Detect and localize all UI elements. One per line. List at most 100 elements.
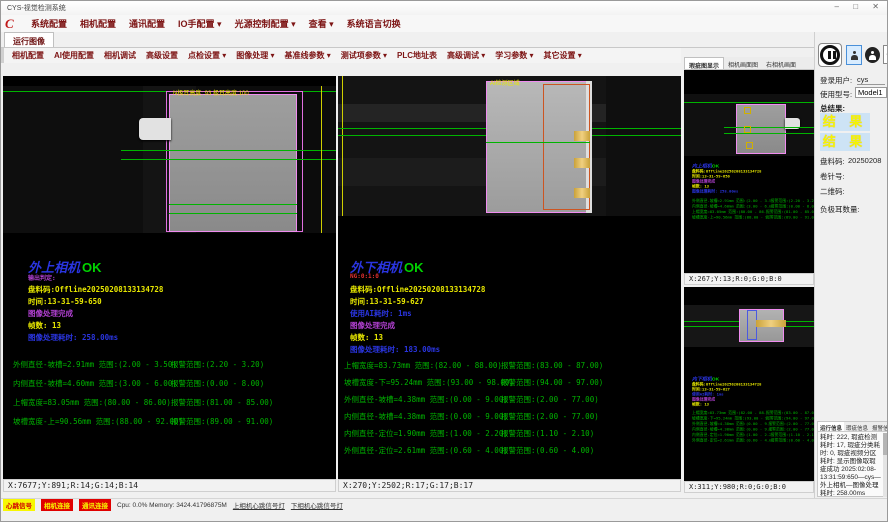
tool-advanced-settings[interactable]: 高级设置 <box>146 50 178 61</box>
tool-camera-debug[interactable]: 相机调试 <box>104 50 136 61</box>
tool-advanced-debug[interactable]: 高级调试 ▾ <box>447 50 485 61</box>
measure-line-overlay <box>121 159 336 160</box>
ng-count-label: NG:0:1:0 <box>350 273 379 280</box>
toolbar: 相机配置 AI使用配置 相机调试 高级设置 点检设置 ▾ 图像处理 ▾ 基准线参… <box>1 48 681 63</box>
tab-strip: 运行图像 <box>1 32 888 48</box>
heartbeat-badge: 心跳信号 <box>3 499 35 511</box>
tool-test-params[interactable]: 测试项参数 ▾ <box>341 50 387 61</box>
measurement-alarm: 报警范围:(0.00 - 8.00) <box>171 378 264 389</box>
menu-bar: C 系统配置 相机配置 通讯配置 IO手配置 ▾ 光源控制配置 ▾ 查看 ▾ 系… <box>1 15 888 32</box>
measurement-alarm: 报警范围:(2.20 - 3.20) <box>171 359 264 370</box>
measure-line-overlay <box>169 204 297 205</box>
time-line: 时间:13-31-59-627 <box>350 296 424 307</box>
camera-name: 内下相机 <box>692 376 712 382</box>
ai-time-line: 使用AI耗时: 1ms <box>350 308 412 319</box>
measurement-alarm: 报警范围:(81.00 - 85.00) <box>171 397 273 408</box>
menu-light-config[interactable]: 光源控制配置 ▾ <box>235 17 296 30</box>
frames-line: 帧数: 13 <box>350 332 383 343</box>
log-tabs: 运行信息 瑕疵信息 报警信息 <box>818 422 887 432</box>
pixel-readout-left: X:7677;Y:891;R:14;G:14;B:14 <box>3 479 336 492</box>
tool-ai-usage-config[interactable]: AI使用配置 <box>54 50 94 61</box>
elapsed-line: 图像处理耗时: 183.00ms <box>350 344 440 355</box>
menu-language-switch[interactable]: 系统语言切换 <box>347 17 401 30</box>
lower-camera-heartbeat-link[interactable]: 下相机心跳信号灯 <box>291 500 343 510</box>
log-tab-alarm-info[interactable]: 报警信息 <box>870 422 888 431</box>
tab-run-image[interactable]: 运行图像 <box>4 32 54 47</box>
upper-camera-heartbeat-link[interactable]: 上相机心跳信号灯 <box>233 500 285 510</box>
result-ok-label: OK <box>712 376 719 382</box>
ai-region-label: AI检测区域 <box>490 78 520 87</box>
tool-camera-config[interactable]: 相机配置 <box>12 50 44 61</box>
log-text: 耗时: 222, 瑕疵检测耗时: 17, 瑕疵分类耗时: 0, 瑕疵视频分区耗时… <box>818 432 887 500</box>
measurement-row: 坡槽宽度-上=90.56mm 范围:(88.00 - 92.00)报警范围:(8… <box>692 215 814 221</box>
mini-viewport-top[interactable]: 内上相机OK 盘料码:Offline20250208133134728 时间:1… <box>684 70 814 273</box>
measurement-row: 坡槽宽度-上=90.56mm 范围:(88.00 - 92.00) 报警范围:(… <box>3 416 336 426</box>
barcode-line: 盘料码:Offline20250208133134728 <box>350 284 485 295</box>
tab-right-camera-frame[interactable]: 右相机画面 <box>762 57 800 69</box>
camera-viewport-left[interactable]: N极耳高度: 93 极耳高度:100 外上相机OK 输出判定: 盘料码:Offl… <box>3 76 336 479</box>
tool-learning-params[interactable]: 学习参数 ▾ <box>495 50 533 61</box>
menu-camera-config[interactable]: 相机配置 <box>80 17 116 30</box>
tool-baseline-params[interactable]: 基准线参数 ▾ <box>285 50 331 61</box>
pause-button[interactable] <box>818 43 842 67</box>
ai-box-overlay <box>746 142 753 149</box>
minimize-icon[interactable]: – <box>835 2 845 11</box>
measurement-value: 内侧直径-坡槽=4.60mm 范围:(3.00 - 6.00) <box>13 378 177 389</box>
app-logo-icon: C <box>5 17 18 30</box>
menu-system-config[interactable]: 系统配置 <box>31 17 67 30</box>
tab-camera-frame[interactable]: 相机画面图 <box>724 57 762 69</box>
tool-other-settings[interactable]: 其它设置 ▾ <box>544 50 582 61</box>
tray-code-label: 盘料码: <box>820 156 845 167</box>
result-ok-label: OK <box>712 163 719 169</box>
tool-spot-check[interactable]: 点检设置 ▾ <box>188 50 226 61</box>
measurement-row: 外侧直径-定位=2.61mm 范围:(0.60 - 4.00)报警范围:(0.6… <box>692 438 814 444</box>
camera-image-middle: AI检测区域 <box>338 76 681 216</box>
measure-line-overlay <box>724 127 814 128</box>
image-band <box>606 76 681 216</box>
pixel-readout-mini-bottom: X:311;Y:980;R:0;G:0;B:0 <box>684 481 814 493</box>
tab-defect-display[interactable]: 瑕疵图显示 <box>684 57 724 69</box>
exit-button[interactable]: ⇥ <box>883 45 888 64</box>
login-user-button[interactable] <box>846 45 862 65</box>
measurement-value: 内侧直径-坡槽=4.38mm 范围:(0.00 - 9.00) <box>344 411 508 422</box>
app-window: CYS-视觉检测系统 – □ ✕ C 系统配置 相机配置 通讯配置 IO手配置 … <box>0 0 888 522</box>
measurement-value: 内侧直径-定位=1.90mm 范围:(1.00 - 2.20) <box>344 428 508 439</box>
log-scrollbar-thumb[interactable] <box>883 433 887 455</box>
window-title: CYS-视觉检测系统 <box>7 5 66 12</box>
close-icon[interactable]: ✕ <box>872 2 885 11</box>
mini-text-block-top: 内上相机OK 盘料码:Offline20250208133134728 时间:1… <box>692 162 814 220</box>
switch-user-button[interactable] <box>865 47 880 63</box>
tab-glint <box>574 158 590 168</box>
measure-line-overlay <box>684 102 814 103</box>
log-tab-run-info[interactable]: 运行信息 <box>818 422 844 431</box>
pause-icon <box>820 45 840 65</box>
menu-view[interactable]: 查看 ▾ <box>309 17 334 30</box>
measurement-alarm: 报警范围:(2.00 - 77.00) <box>501 394 599 405</box>
login-user-value[interactable]: cys <box>857 75 885 85</box>
camera-viewport-middle[interactable]: AI检测区域 外下相机OK NG:0:1:0 盘料码:Offline202502… <box>338 76 681 479</box>
ai-box-overlay <box>744 126 751 133</box>
cpu-memory-readout: Cpu: 0.0% Memory: 3424.41796875M <box>117 502 227 509</box>
measurement-value: 上帽宽度=83.05mm 范围:(80.00 - 86.00) <box>13 397 171 408</box>
login-user-label: 登录用户: <box>820 75 852 86</box>
measurement-value: 外侧直径-坡槽=2.91mm 范围:(2.00 - 3.50) <box>13 359 177 370</box>
measurement-value: 上帽宽度=83.73mm 范围:(82.00 - 88.00) <box>344 360 502 371</box>
mini-viewport-bottom[interactable]: 内下相机OK 盘料码:Offline20250208133134728 时间:1… <box>684 287 814 481</box>
model-input[interactable]: Model1 <box>855 87 887 98</box>
measurement-row: 内侧直径-坡槽=4.38mm 范围:(0.00 - 9.00) 报警范围:(2.… <box>338 411 681 421</box>
tab-feature-image <box>139 118 171 140</box>
tab-glint <box>574 131 590 141</box>
measurement-row: 内侧直径-坡槽=4.60mm 范围:(3.00 - 6.00) 报警范围:(0.… <box>3 378 336 388</box>
measurement-row: 外侧直径-坡槽=4.38mm 范围:(0.00 - 9.00) 报警范围:(2.… <box>338 394 681 404</box>
tray-code-value: 20250208 <box>848 156 881 165</box>
comm-link-badge: 通讯连接 <box>79 499 111 511</box>
camera-image-left: N极耳高度: 93 极耳高度:100 <box>3 86 336 233</box>
menu-comm-config[interactable]: 通讯配置 <box>129 17 165 30</box>
measurement-value: 坡槽宽度-上=90.56mm 范围:(88.00 - 92.00) <box>13 416 183 427</box>
maximize-icon[interactable]: □ <box>853 2 864 11</box>
tool-image-processing[interactable]: 图像处理 ▾ <box>236 50 274 61</box>
menu-io-config[interactable]: IO手配置 ▾ <box>178 17 222 30</box>
tool-plc-address[interactable]: PLC地址表 <box>397 50 437 61</box>
log-tab-defect-info[interactable]: 瑕疵信息 <box>844 422 870 431</box>
sidebar: ⇥ 登录用户: cys 使用型号: Model1 总结果: 结 果 结 果 盘料… <box>814 32 888 498</box>
